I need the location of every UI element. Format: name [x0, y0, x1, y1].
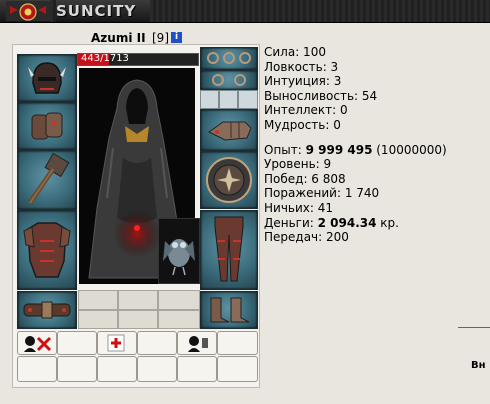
hp-bar: 443/1713 [77, 53, 199, 66]
rings-icon [212, 74, 246, 86]
greaves-icon [214, 216, 244, 282]
effect-slot[interactable] [17, 356, 57, 382]
right-edge-text: Вн [471, 360, 486, 371]
boots-icon [210, 297, 250, 323]
stat-strength: Сила: 100 [264, 45, 326, 59]
earrings-slot[interactable] [200, 47, 258, 70]
character-stats: Сила: 100 Ловкость: 3 Интуиция: 3 Выносл… [264, 45, 447, 245]
stat-wisdom: Мудрость: 0 [264, 117, 341, 132]
effect-slot[interactable] [17, 331, 57, 355]
amulet-slot[interactable] [200, 70, 258, 90]
character-name[interactable]: Azumi II [91, 31, 146, 45]
stat-level: Уровень: 9 [264, 157, 332, 172]
effect-slot[interactable] [177, 331, 217, 355]
stat-money: Деньги: 2 094.34 кр. [264, 216, 447, 231]
exp-label: Опыт: [264, 142, 306, 157]
stat-intuition: Интуиция: 3 [264, 74, 342, 89]
rune-slot[interactable] [78, 290, 118, 310]
chest-armor-icon [23, 222, 71, 278]
stat-draws: Ничьих: 41 [264, 200, 334, 215]
bracers-icon [31, 112, 63, 140]
rune-slot[interactable] [118, 290, 158, 310]
exp-value: 9 999 495 [305, 142, 373, 157]
effect-slot[interactable] [137, 331, 177, 355]
belt-slot[interactable] [17, 291, 77, 329]
shield-icon [206, 157, 252, 203]
weapon-slot[interactable] [17, 150, 77, 210]
money-unit: кр. [376, 215, 399, 230]
rune-slot[interactable] [118, 310, 158, 329]
silhouette-effect-icon [188, 336, 208, 352]
stat-wins: Побед: 6 808 [264, 171, 346, 186]
stat-experience: Опыт: 9 999 495 (10000000) [264, 143, 447, 158]
money-value: 2 094.34 [317, 215, 377, 230]
ring-slot-2[interactable] [219, 90, 238, 109]
exp-next: (10000000) [372, 142, 447, 157]
character-level: [9] [152, 31, 169, 45]
stat-losses: Поражений: 1 740 [264, 186, 380, 201]
divider-line [458, 327, 490, 328]
effect-slot[interactable] [177, 356, 217, 382]
rune-slot[interactable] [158, 290, 200, 310]
gloves-icon [208, 121, 252, 141]
helmet-icon [28, 62, 66, 94]
rune-slot[interactable] [158, 310, 200, 329]
hp-max: 1713 [103, 53, 129, 64]
shield-slot[interactable] [200, 151, 258, 209]
site-logo-text[interactable]: SUNCITY [56, 2, 136, 20]
gloves-slot[interactable] [200, 109, 258, 151]
info-icon[interactable]: i [171, 32, 182, 43]
rune-slot[interactable] [78, 310, 118, 329]
hp-text: 443/1713 [81, 53, 129, 64]
effect-slot[interactable] [57, 331, 97, 355]
effect-slot[interactable] [97, 331, 137, 355]
header-texture [150, 0, 490, 22]
stat-endurance: Выносливость: 54 [264, 88, 378, 103]
effect-slot[interactable] [217, 356, 258, 382]
ring-slot-1[interactable] [200, 90, 219, 109]
pet-slot[interactable] [158, 218, 200, 284]
top-bar: SUNCITY [0, 0, 490, 23]
hp-current: 443 [81, 53, 101, 64]
heal-plus-icon [107, 334, 125, 352]
money-label: Деньги: [264, 215, 318, 230]
belt-icon [23, 301, 71, 319]
rings-icon [207, 52, 251, 64]
effect-slot[interactable] [57, 356, 97, 382]
owl-pet-icon [163, 239, 195, 276]
effect-slot[interactable] [97, 356, 137, 382]
armor-slot[interactable] [17, 210, 77, 290]
helmet-slot[interactable] [17, 54, 77, 102]
effect-slot[interactable] [137, 356, 177, 382]
stat-intellect: Интеллект: 0 [264, 103, 348, 118]
cancel-effect-icon [24, 336, 52, 352]
ring-slot-3[interactable] [238, 90, 258, 109]
boots-slot[interactable] [200, 291, 258, 329]
leggings-slot[interactable] [200, 210, 258, 290]
suncity-emblem-icon[interactable] [6, 1, 50, 21]
effect-slot[interactable] [217, 331, 258, 355]
bracers-slot[interactable] [17, 102, 77, 150]
stat-agility: Ловкость: 3 [264, 59, 339, 74]
stat-transfers: Передач: 200 [264, 230, 349, 245]
hammer-icon [27, 152, 70, 205]
